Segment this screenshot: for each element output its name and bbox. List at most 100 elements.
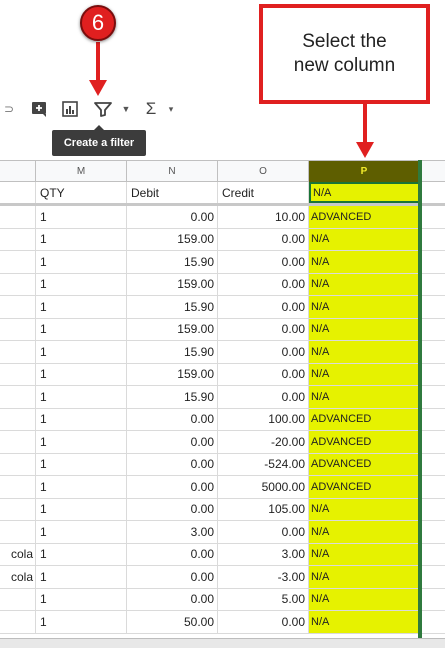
- cell-n[interactable]: 159.00: [127, 273, 218, 295]
- cell-o[interactable]: 5000.00: [218, 476, 309, 498]
- cell-lead[interactable]: [0, 431, 36, 453]
- cell-lead[interactable]: [0, 273, 36, 295]
- chevron-down-icon[interactable]: ▼: [121, 97, 131, 121]
- cell-lead[interactable]: cola: [0, 566, 36, 588]
- cell-m[interactable]: 1: [36, 408, 127, 430]
- cell-p[interactable]: N/A: [309, 363, 420, 385]
- cell-o[interactable]: 0.00: [218, 251, 309, 273]
- link-icon[interactable]: ⊃: [0, 97, 18, 121]
- cell-o[interactable]: 0.00: [218, 611, 309, 633]
- cell-p[interactable]: N/A: [309, 588, 420, 610]
- cell-n[interactable]: 15.90: [127, 386, 218, 408]
- cell-n[interactable]: 0.00: [127, 498, 218, 520]
- cell-lead[interactable]: cola: [0, 543, 36, 565]
- cell-lead[interactable]: [0, 521, 36, 543]
- cell-o[interactable]: 0.00: [218, 363, 309, 385]
- cell-o[interactable]: 5.00: [218, 588, 309, 610]
- column-header-o[interactable]: O: [218, 161, 309, 182]
- cell-o[interactable]: 0.00: [218, 341, 309, 363]
- cell-p[interactable]: ADVANCED: [309, 408, 420, 430]
- cell-p[interactable]: N/A: [309, 296, 420, 318]
- cell-m[interactable]: 1: [36, 611, 127, 633]
- column-header-n[interactable]: N: [127, 161, 218, 182]
- cell-n[interactable]: 15.90: [127, 296, 218, 318]
- cell-m[interactable]: 1: [36, 588, 127, 610]
- cell-n[interactable]: 50.00: [127, 611, 218, 633]
- header-new-column[interactable]: N/A: [309, 182, 420, 203]
- cell-o[interactable]: -3.00: [218, 566, 309, 588]
- cell-o[interactable]: 0.00: [218, 228, 309, 250]
- cell-lead[interactable]: [0, 408, 36, 430]
- cell-lead[interactable]: [0, 611, 36, 633]
- cell-lead[interactable]: [0, 476, 36, 498]
- cell-m[interactable]: 1: [36, 386, 127, 408]
- cell-m[interactable]: 1: [36, 318, 127, 340]
- cell-n[interactable]: 15.90: [127, 251, 218, 273]
- header-debit[interactable]: Debit: [127, 182, 218, 203]
- cell-o[interactable]: 0.00: [218, 296, 309, 318]
- filter-icon[interactable]: [92, 97, 114, 121]
- cell-m[interactable]: 1: [36, 498, 127, 520]
- sigma-icon[interactable]: Σ: [143, 97, 159, 121]
- cell-lead[interactable]: [0, 453, 36, 475]
- cell-lead[interactable]: [0, 498, 36, 520]
- cell-n[interactable]: 159.00: [127, 318, 218, 340]
- cell-o[interactable]: 0.00: [218, 273, 309, 295]
- cell-n[interactable]: 0.00: [127, 431, 218, 453]
- cell-p[interactable]: N/A: [309, 273, 420, 295]
- cell-p[interactable]: N/A: [309, 251, 420, 273]
- cell-n[interactable]: 0.00: [127, 206, 218, 228]
- cell-m[interactable]: 1: [36, 543, 127, 565]
- cell-lead[interactable]: [0, 588, 36, 610]
- cell-o[interactable]: 0.00: [218, 386, 309, 408]
- cell-o[interactable]: 3.00: [218, 543, 309, 565]
- cell-p[interactable]: ADVANCED: [309, 453, 420, 475]
- cell-n[interactable]: 0.00: [127, 543, 218, 565]
- cell-p[interactable]: N/A: [309, 318, 420, 340]
- cell-lead[interactable]: [0, 228, 36, 250]
- cell[interactable]: [0, 182, 36, 203]
- cell-p[interactable]: ADVANCED: [309, 431, 420, 453]
- header-qty[interactable]: QTY: [36, 182, 127, 203]
- cell-o[interactable]: 0.00: [218, 318, 309, 340]
- cell-m[interactable]: 1: [36, 341, 127, 363]
- cell-o[interactable]: 0.00: [218, 521, 309, 543]
- cell-lead[interactable]: [0, 206, 36, 228]
- cell-lead[interactable]: [0, 251, 36, 273]
- cell-m[interactable]: 1: [36, 206, 127, 228]
- cell-m[interactable]: 1: [36, 566, 127, 588]
- cell-p[interactable]: N/A: [309, 566, 420, 588]
- cell-p[interactable]: N/A: [309, 498, 420, 520]
- cell-m[interactable]: 1: [36, 476, 127, 498]
- cell-lead[interactable]: [0, 318, 36, 340]
- cell-m[interactable]: 1: [36, 273, 127, 295]
- cell-p[interactable]: N/A: [309, 521, 420, 543]
- cell-m[interactable]: 1: [36, 431, 127, 453]
- cell-p[interactable]: N/A: [309, 341, 420, 363]
- cell-n[interactable]: 159.00: [127, 228, 218, 250]
- cell-lead[interactable]: [0, 386, 36, 408]
- cell-m[interactable]: 1: [36, 453, 127, 475]
- cell-n[interactable]: 0.00: [127, 566, 218, 588]
- chart-icon[interactable]: [60, 97, 80, 121]
- cell-lead[interactable]: [0, 296, 36, 318]
- cell-p[interactable]: ADVANCED: [309, 206, 420, 228]
- cell-lead[interactable]: [0, 363, 36, 385]
- cell-n[interactable]: 3.00: [127, 521, 218, 543]
- cell-n[interactable]: 159.00: [127, 363, 218, 385]
- cell-p[interactable]: N/A: [309, 611, 420, 633]
- cell-m[interactable]: 1: [36, 251, 127, 273]
- cell-m[interactable]: 1: [36, 363, 127, 385]
- cell-o[interactable]: 105.00: [218, 498, 309, 520]
- cell-n[interactable]: 15.90: [127, 341, 218, 363]
- column-header-m[interactable]: M: [36, 161, 127, 182]
- cell-m[interactable]: 1: [36, 228, 127, 250]
- cell-p[interactable]: N/A: [309, 228, 420, 250]
- cell-n[interactable]: 0.00: [127, 453, 218, 475]
- column-header-p[interactable]: P: [309, 161, 420, 182]
- comment-icon[interactable]: [30, 97, 48, 121]
- cell-o[interactable]: -20.00: [218, 431, 309, 453]
- cell-n[interactable]: 0.00: [127, 476, 218, 498]
- cell-p[interactable]: ADVANCED: [309, 476, 420, 498]
- cell-n[interactable]: 0.00: [127, 408, 218, 430]
